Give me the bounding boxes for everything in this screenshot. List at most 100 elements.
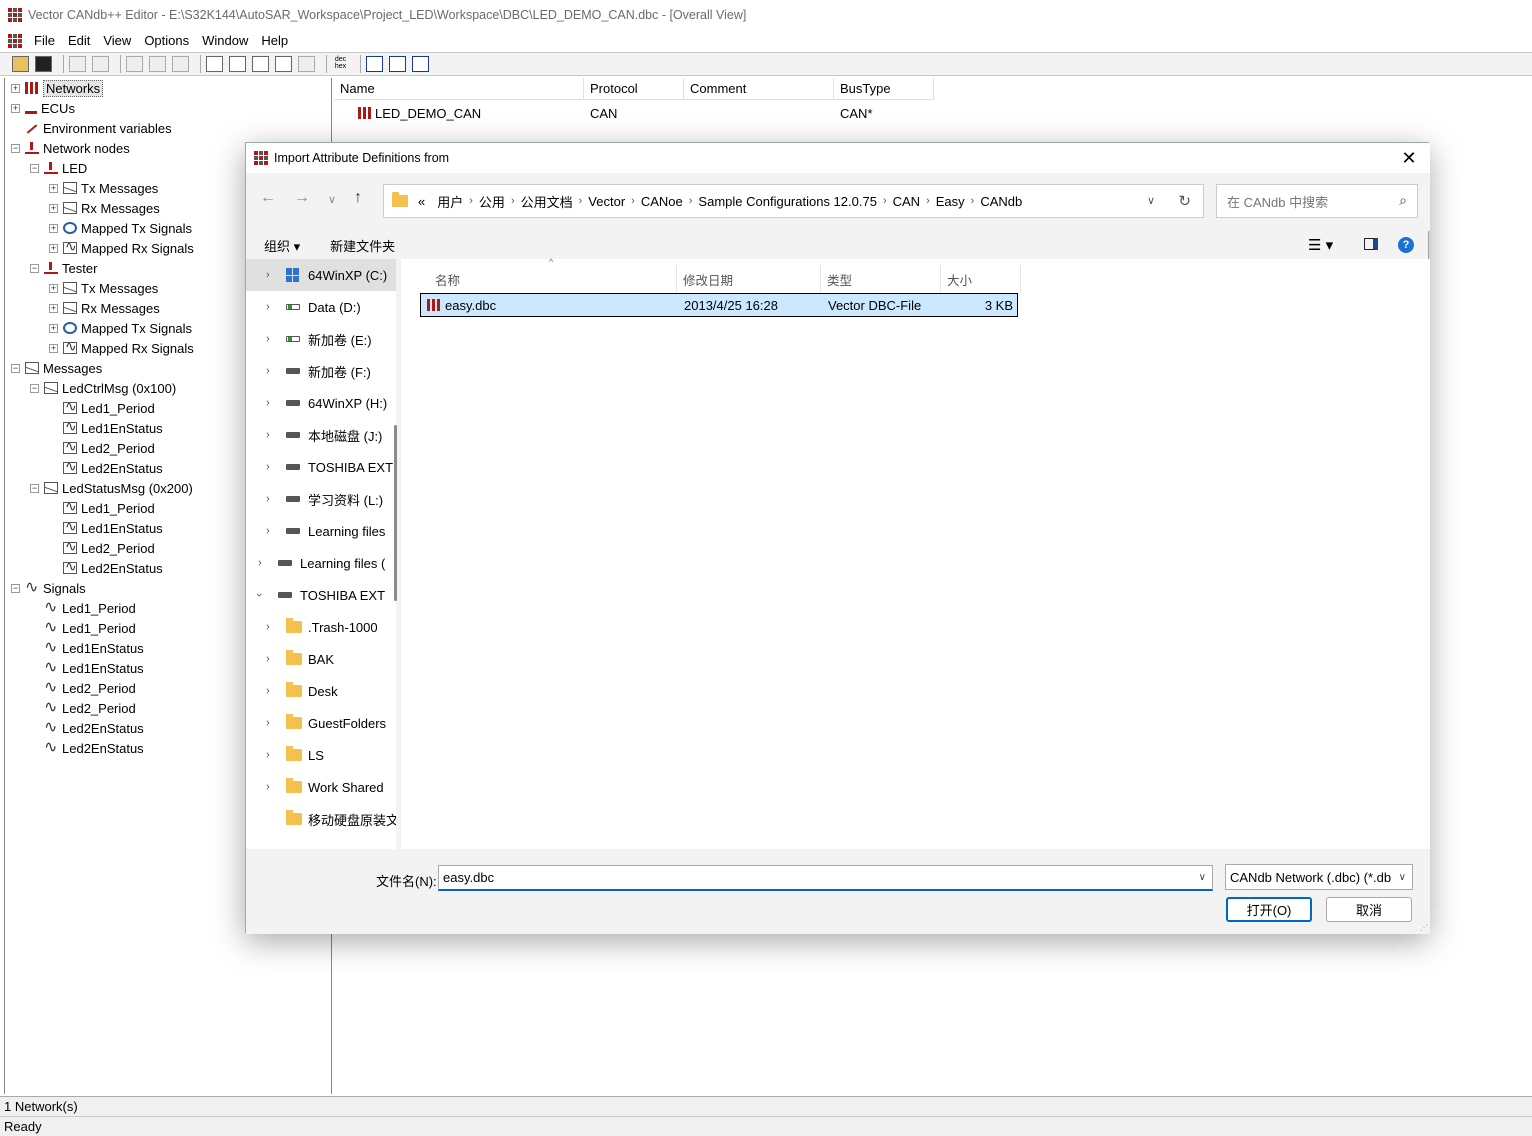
breadcrumb-item[interactable]: CANdb <box>980 194 1022 209</box>
expand-icon[interactable]: + <box>11 104 20 113</box>
nav-toshiba-expanded[interactable]: › TOSHIBA EXT <box>246 579 396 611</box>
breadcrumb-item[interactable]: Vector <box>588 194 625 209</box>
save-icon[interactable] <box>35 56 52 72</box>
cancel-button[interactable]: 取消 <box>1326 897 1412 922</box>
collapse-icon[interactable]: − <box>30 264 39 273</box>
expand-icon[interactable]: + <box>49 244 58 253</box>
tree-env[interactable]: Environment variables <box>25 118 172 138</box>
preview-pane-icon[interactable] <box>1364 238 1378 250</box>
tree-signal[interactable]: Led2_Period <box>44 697 136 718</box>
tree-msg-signal[interactable]: Led1EnStatus <box>63 418 163 438</box>
nav-drive-toshiba[interactable]: › TOSHIBA EXT <box>246 451 396 483</box>
nav-scrollbar[interactable] <box>394 425 397 601</box>
breadcrumb-overflow[interactable]: « <box>418 194 425 209</box>
filename-dropdown-icon[interactable]: ∨ <box>1199 872 1206 883</box>
breadcrumb-item[interactable]: 公用文档 <box>521 192 573 211</box>
nav-folder[interactable]: › Desk <box>246 675 396 707</box>
expand-icon[interactable]: + <box>49 284 58 293</box>
collapse-icon[interactable]: − <box>30 384 39 393</box>
tree-networks[interactable]: Networks <box>25 78 104 98</box>
cascade-icon[interactable] <box>366 56 383 72</box>
tree-nodes[interactable]: Network nodes <box>25 138 130 158</box>
expand-icon[interactable]: + <box>49 344 58 353</box>
tree-signal[interactable]: Led1EnStatus <box>44 637 144 658</box>
column-header-bustype[interactable]: BusType <box>834 78 934 100</box>
address-bar[interactable]: « 用户 › 公用 › 公用文档 › Vector › CANoe › Sample Co… <box>383 184 1204 218</box>
organize-button[interactable]: 组织 ▾ <box>264 236 300 255</box>
help-icon[interactable]: ? <box>1398 237 1414 253</box>
tile-vertical-icon[interactable] <box>412 56 429 72</box>
back-arrow-icon[interactable]: ← <box>260 189 276 207</box>
menu-view[interactable]: View <box>103 33 131 48</box>
column-header-protocol[interactable]: Protocol <box>584 78 684 100</box>
search-input[interactable]: 在 CANdb 中搜索 ⌕ <box>1216 184 1418 218</box>
view-options-icon[interactable]: ☰ ▾ <box>1308 236 1333 254</box>
column-header-size[interactable]: 大小 <box>941 265 1021 293</box>
tree-node-led[interactable]: LED <box>44 158 87 178</box>
collapse-icon[interactable]: − <box>11 144 20 153</box>
breadcrumb-item[interactable]: 公用 <box>479 192 505 211</box>
tile-horizontal-icon[interactable] <box>389 56 406 72</box>
print-icon[interactable] <box>298 56 315 72</box>
expand-icon[interactable]: + <box>11 84 20 93</box>
breadcrumb-item[interactable]: CAN <box>893 194 920 209</box>
tree-tester-tx[interactable]: Tx Messages <box>63 278 158 298</box>
new-folder-button[interactable]: 新建文件夹 <box>330 236 395 255</box>
tree-msg-signal[interactable]: Led1EnStatus <box>63 518 163 538</box>
open-button[interactable]: 打开(O) <box>1226 897 1312 922</box>
column-header-name[interactable]: Name <box>334 78 584 100</box>
tree-msg-signal[interactable]: Led2EnStatus <box>63 458 163 478</box>
nav-drive-c[interactable]: › 64WinXP (C:) <box>246 259 396 291</box>
address-dropdown-icon[interactable]: ∨ <box>1147 194 1155 207</box>
tree-signal[interactable]: Led1EnStatus <box>44 657 144 678</box>
column-header-type[interactable]: 类型 <box>821 265 941 293</box>
nav-learning-files[interactable]: › Learning files ( <box>246 547 396 579</box>
tree-signal[interactable]: Led2_Period <box>44 677 136 698</box>
tree-messages[interactable]: Messages <box>25 358 102 378</box>
tree-signal[interactable]: Led1_Period <box>44 597 136 618</box>
expand-icon[interactable]: + <box>49 304 58 313</box>
tree-signal[interactable]: Led2EnStatus <box>44 737 144 758</box>
nav-folder[interactable]: › .Trash-1000 <box>246 611 396 643</box>
detail-view-icon[interactable] <box>252 56 269 72</box>
tree-signal[interactable]: Led1_Period <box>44 617 136 638</box>
tree-tester-mapped-rx[interactable]: Mapped Rx Signals <box>63 338 194 358</box>
tree-led-mapped-rx[interactable]: Mapped Rx Signals <box>63 238 194 258</box>
expand-icon[interactable]: + <box>49 224 58 233</box>
open-icon[interactable] <box>12 56 29 72</box>
expand-icon[interactable]: + <box>49 204 58 213</box>
refresh-icon[interactable]: ↻ <box>1178 192 1191 210</box>
breadcrumb-item[interactable]: CANoe <box>641 194 683 209</box>
column-header-comment[interactable]: Comment <box>684 78 834 100</box>
edit-object-icon[interactable] <box>149 56 166 72</box>
collapse-icon[interactable]: − <box>11 364 20 373</box>
resize-grip-icon[interactable]: ⋰ <box>1420 923 1428 932</box>
list-view-icon[interactable] <box>206 56 223 72</box>
menu-help[interactable]: Help <box>261 33 288 48</box>
nav-folder[interactable]: › BAK <box>246 643 396 675</box>
collapse-icon[interactable]: − <box>30 484 39 493</box>
candb-menu-icon[interactable] <box>8 33 22 48</box>
close-icon[interactable]: ✕ <box>1398 147 1420 169</box>
breadcrumb-item[interactable]: 用户 <box>437 192 463 211</box>
expand-icon[interactable]: + <box>49 324 58 333</box>
nav-drive-d[interactable]: › Data (D:) <box>246 291 396 323</box>
grid-view-icon[interactable] <box>275 56 292 72</box>
up-arrow-icon[interactable]: ↑ <box>354 189 362 207</box>
nav-drive-h[interactable]: › 64WinXP (H:) <box>246 387 396 419</box>
new-object-icon[interactable] <box>126 56 143 72</box>
table-row[interactable]: LED_DEMO_CAN <box>358 104 481 122</box>
tree-msg-signal[interactable]: Led2_Period <box>63 438 155 458</box>
nav-folder[interactable]: › LS <box>246 739 396 771</box>
collapse-icon[interactable]: − <box>30 164 39 173</box>
tree-msg-signal[interactable]: Led2_Period <box>63 538 155 558</box>
filename-input[interactable]: easy.dbc ∨ <box>438 865 1213 891</box>
expand-icon[interactable]: + <box>49 184 58 193</box>
tree-msg-signal[interactable]: Led2EnStatus <box>63 558 163 578</box>
tree-signal[interactable]: Led2EnStatus <box>44 717 144 738</box>
menu-edit[interactable]: Edit <box>68 33 90 48</box>
column-header-date[interactable]: 修改日期 <box>677 265 821 293</box>
filetype-select[interactable]: CANdb Network (.dbc) (*.db ∨ <box>1225 864 1413 890</box>
nav-drive-learning[interactable]: › Learning files <box>246 515 396 547</box>
table-view-icon[interactable] <box>229 56 246 72</box>
